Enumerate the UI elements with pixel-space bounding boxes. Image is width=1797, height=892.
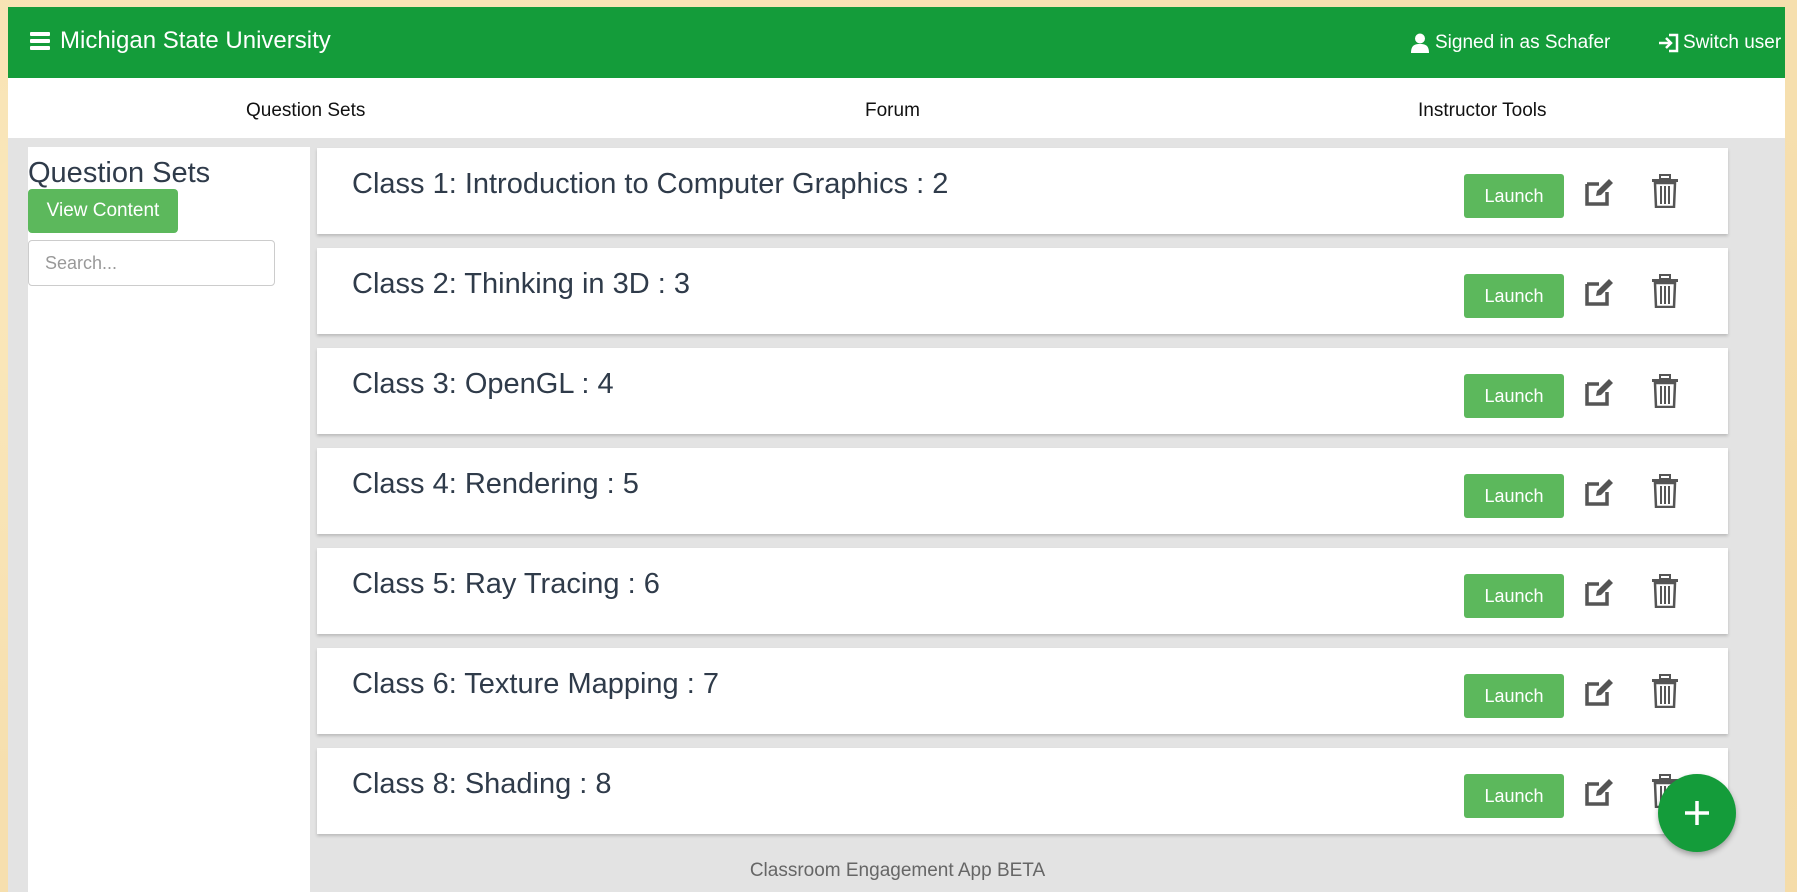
trash-icon[interactable] — [1651, 574, 1679, 609]
question-set-title[interactable]: Class 1: Introduction to Computer Graphi… — [352, 168, 948, 201]
question-set-title[interactable]: Class 5: Ray Tracing : 6 — [352, 568, 660, 601]
question-set-title[interactable]: Class 2: Thinking in 3D : 3 — [352, 268, 690, 301]
question-set-card: Class 3: OpenGL : 4 Launch — [317, 348, 1728, 434]
question-set-title[interactable]: Class 8: Shading : 8 — [352, 768, 612, 801]
trash-icon[interactable] — [1651, 674, 1679, 709]
user-icon — [1411, 33, 1429, 53]
trash-icon[interactable] — [1651, 274, 1679, 309]
question-set-card: Class 8: Shading : 8 Launch — [317, 748, 1728, 834]
trash-icon[interactable] — [1651, 174, 1679, 209]
view-content-button[interactable]: View Content — [28, 189, 178, 233]
trash-icon[interactable] — [1651, 374, 1679, 409]
add-set-button[interactable] — [1658, 774, 1736, 852]
edit-icon[interactable] — [1583, 676, 1615, 708]
search-input[interactable] — [28, 240, 275, 286]
brand-title: Michigan State University — [60, 27, 331, 54]
question-set-title[interactable]: Class 3: OpenGL : 4 — [352, 368, 614, 401]
launch-button[interactable]: Launch — [1464, 574, 1564, 618]
launch-button[interactable]: Launch — [1464, 774, 1564, 818]
brand[interactable]: Michigan State University — [30, 27, 331, 55]
nav-instructor-tools[interactable]: Instructor Tools — [1418, 100, 1546, 122]
launch-button[interactable]: Launch — [1464, 674, 1564, 718]
edit-icon[interactable] — [1583, 476, 1615, 508]
signed-in-label: Signed in as Schafer — [1435, 32, 1611, 53]
trash-icon[interactable] — [1651, 474, 1679, 509]
nav-question-sets[interactable]: Question Sets — [246, 100, 365, 122]
app-frame: Michigan State University Signed in as S… — [8, 7, 1785, 892]
edit-icon[interactable] — [1583, 576, 1615, 608]
launch-button[interactable]: Launch — [1464, 274, 1564, 318]
sidebar-title: Question Sets — [28, 157, 211, 189]
question-set-card: Class 4: Rendering : 5 Launch — [317, 448, 1728, 534]
sign-in-icon — [1659, 33, 1679, 53]
question-set-title[interactable]: Class 4: Rendering : 5 — [352, 468, 639, 501]
switch-user-label: Switch user — [1683, 32, 1782, 53]
edit-icon[interactable] — [1583, 376, 1615, 408]
launch-button[interactable]: Launch — [1464, 174, 1564, 218]
nav-forum[interactable]: Forum — [865, 100, 920, 122]
sidebar: Question Sets View Content — [28, 147, 310, 892]
edit-icon[interactable] — [1583, 276, 1615, 308]
question-set-card: Class 1: Introduction to Computer Graphi… — [317, 148, 1728, 234]
launch-button[interactable]: Launch — [1464, 474, 1564, 518]
footer-text: Classroom Engagement App BETA — [749, 860, 1046, 881]
nav-bar: Question Sets Forum Instructor Tools — [8, 78, 1785, 138]
question-set-card: Class 6: Texture Mapping : 7 Launch — [317, 648, 1728, 734]
question-set-card: Class 2: Thinking in 3D : 3 Launch — [317, 248, 1728, 334]
switch-user-link[interactable]: Switch user — [1658, 32, 1781, 54]
question-set-title[interactable]: Class 6: Texture Mapping : 7 — [352, 668, 719, 701]
launch-button[interactable]: Launch — [1464, 374, 1564, 418]
hamburger-icon[interactable] — [30, 32, 50, 50]
top-bar: Michigan State University Signed in as S… — [8, 7, 1785, 78]
question-set-card: Class 5: Ray Tracing : 6 Launch — [317, 548, 1728, 634]
edit-icon[interactable] — [1583, 776, 1615, 808]
plus-icon — [1685, 801, 1709, 825]
signed-in-status[interactable]: Signed in as Schafer — [1411, 32, 1610, 54]
edit-icon[interactable] — [1583, 176, 1615, 208]
